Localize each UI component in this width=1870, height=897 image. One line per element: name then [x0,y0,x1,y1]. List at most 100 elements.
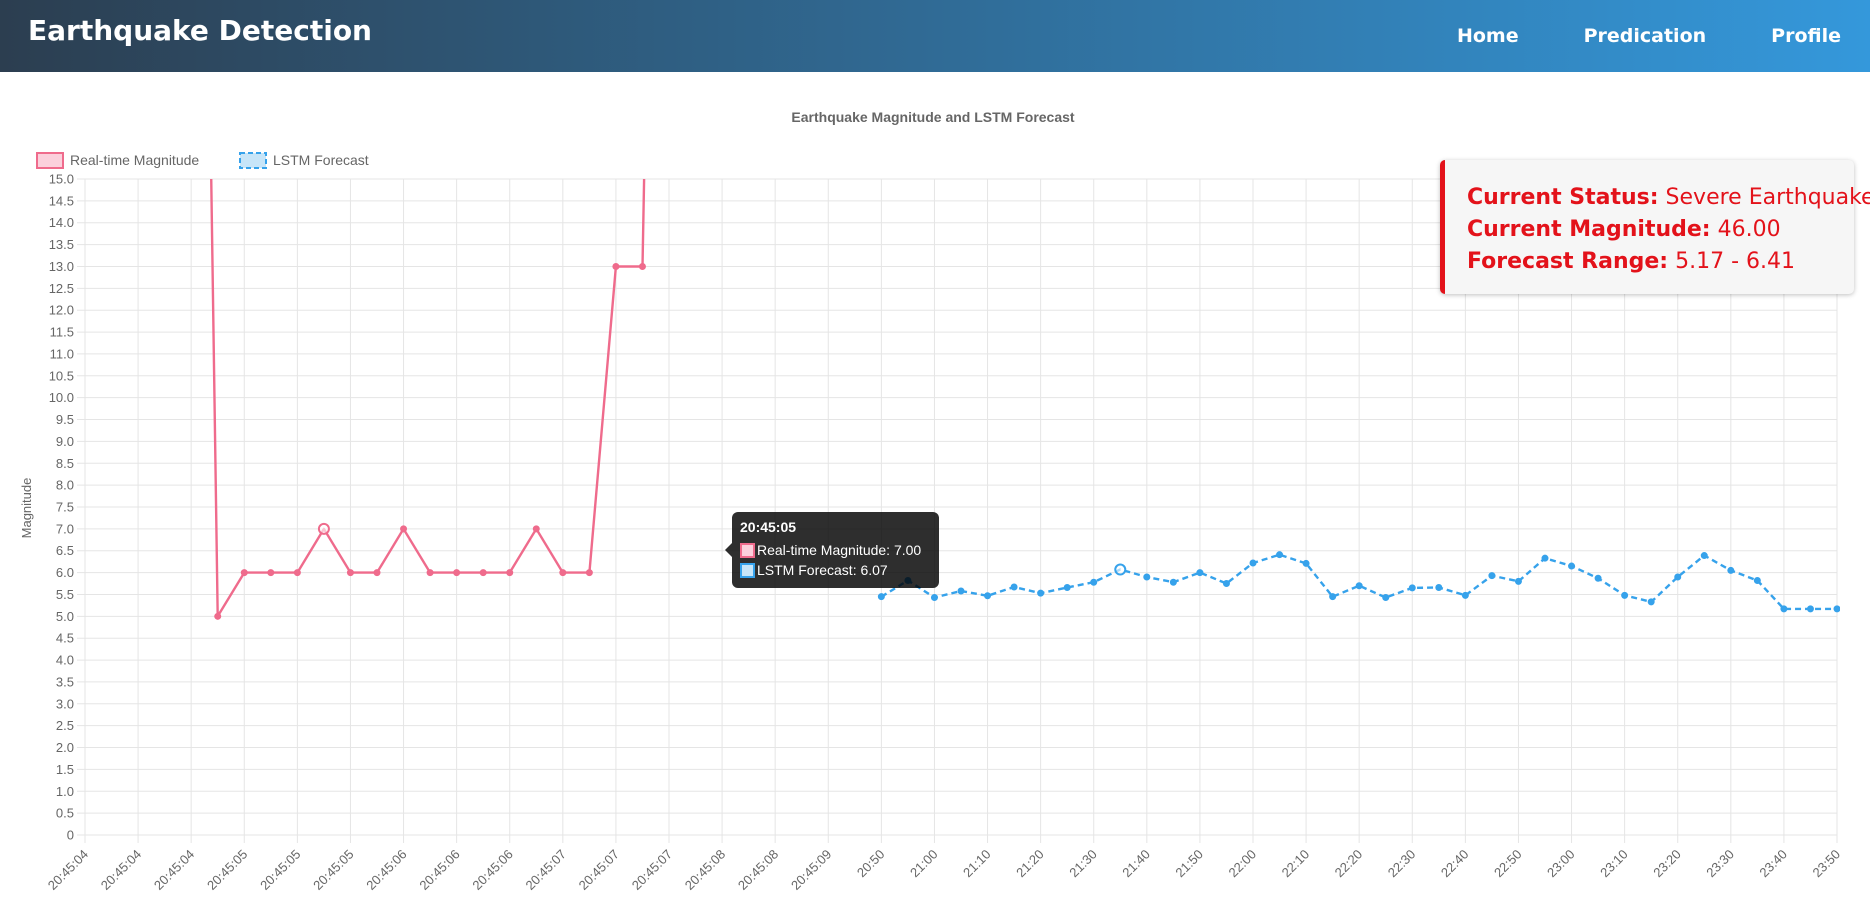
forecast-point[interactable] [1753,576,1761,584]
forecast-point[interactable] [1114,563,1127,576]
y-tick-label: 0.5 [56,806,74,821]
forecast-point[interactable] [1196,569,1204,577]
forecast-point[interactable] [1063,583,1071,591]
forecast-point[interactable] [1461,591,1469,599]
realtime-point[interactable] [479,569,487,577]
forecast-point[interactable] [1727,566,1735,574]
x-tick-label: 22:40 [1438,847,1472,881]
x-tick-label: 20:45:07 [523,847,569,893]
forecast-point[interactable] [1169,578,1177,586]
realtime-point[interactable] [267,569,275,577]
forecast-point[interactable] [930,594,938,602]
realtime-point[interactable] [293,569,301,577]
nav-link-predication[interactable]: Predication [1584,25,1707,47]
y-tick-label: 8.0 [56,478,74,493]
forecast-range-line: Forecast Range: 5.17 - 6.41 [1467,246,1854,278]
x-tick-label: 23:50 [1810,847,1844,881]
forecast-point[interactable] [1249,559,1257,567]
forecast-point[interactable] [957,587,965,595]
y-tick-label: 5.5 [56,587,74,602]
x-tick-label: 20:45:06 [416,847,462,893]
realtime-point[interactable] [638,262,646,270]
y-tick-label: 2.0 [56,740,74,755]
x-tick-label: 22:50 [1491,847,1525,881]
realtime-point[interactable] [506,569,514,577]
forecast-point[interactable] [1037,589,1045,597]
realtime-point[interactable] [612,262,620,270]
x-tick-label: 21:20 [1013,847,1047,881]
forecast-point[interactable] [1276,551,1284,559]
y-tick-label: 7.0 [56,521,74,536]
x-tick-label: 20:45:04 [151,847,197,893]
forecast-point[interactable] [877,593,885,601]
tooltip-swatch-realtime [740,542,755,558]
x-tick-label: 23:00 [1544,847,1578,881]
x-tick-label: 23:40 [1756,847,1790,881]
realtime-point[interactable] [400,525,408,533]
x-tick-label: 20:45:06 [363,847,409,893]
x-tick-label: 22:00 [1226,847,1260,881]
y-tick-label: 6.5 [56,543,74,558]
realtime-point[interactable] [240,569,248,577]
forecast-point[interactable] [1674,573,1682,581]
y-tick-label: 12.5 [49,281,74,296]
forecast-point[interactable] [1408,584,1416,592]
y-tick-label: 8.5 [56,456,74,471]
x-tick-label: 20:45:07 [576,847,622,893]
realtime-point[interactable] [317,522,330,535]
realtime-point[interactable] [426,569,434,577]
y-tick-label: 1.0 [56,784,74,799]
y-tick-label: 10.0 [49,390,74,405]
forecast-point[interactable] [1647,598,1655,606]
x-tick-label: 21:50 [1172,847,1206,881]
forecast-point[interactable] [1222,580,1230,588]
forecast-point[interactable] [1514,577,1522,585]
forecast-range-value: 5.17 - 6.41 [1675,249,1795,274]
y-tick-label: 1.5 [56,762,74,777]
forecast-point[interactable] [1541,554,1549,562]
nav-link-home[interactable]: Home [1457,25,1519,47]
x-tick-label: 21:40 [1119,847,1153,881]
realtime-point[interactable] [346,569,354,577]
y-tick-label: 11.5 [50,325,74,340]
tooltip-title: 20:45:05 [740,519,797,535]
forecast-point[interactable] [1302,559,1310,567]
realtime-point[interactable] [532,525,540,533]
x-tick-label: 20:45:04 [98,847,144,893]
x-tick-label: 20:45:05 [257,847,303,893]
status-value: Severe Earthquake [1665,185,1870,210]
forecast-point[interactable] [1382,594,1390,602]
brand-title[interactable]: Earthquake Detection [28,14,372,47]
x-axis-ticks: 20:45:04 20:45:04 20:45:04 20:45:05 20:45:05… [45,847,1843,893]
forecast-point[interactable] [1568,562,1576,570]
forecast-point[interactable] [1090,578,1098,586]
x-tick-label: 20:45:09 [788,847,834,893]
forecast-point[interactable] [1435,583,1443,591]
realtime-point[interactable] [453,569,461,577]
forecast-point[interactable] [1010,583,1018,591]
chart-title: Earthquake Magnitude and LSTM Forecast [791,109,1074,125]
forecast-point[interactable] [1806,605,1814,613]
forecast-point[interactable] [1488,572,1496,580]
forecast-point[interactable] [1594,574,1602,582]
forecast-point[interactable] [1700,552,1708,560]
realtime-point[interactable] [585,569,593,577]
magnitude-label: Current Magnitude: [1467,217,1711,242]
legend-label[interactable]: LSTM Forecast [273,152,369,168]
forecast-point[interactable] [1143,573,1151,581]
tooltip-swatch-forecast [740,562,755,578]
legend-label[interactable]: Real-time Magnitude [70,152,199,168]
nav-link-profile[interactable]: Profile [1771,25,1841,47]
forecast-point[interactable] [1355,582,1363,590]
forecast-point[interactable] [1329,593,1337,601]
realtime-point[interactable] [214,612,222,620]
realtime-point[interactable] [559,569,567,577]
realtime-point[interactable] [373,569,381,577]
x-tick-label: 22:10 [1279,847,1313,881]
forecast-point[interactable] [984,592,992,600]
forecast-point[interactable] [1780,605,1788,613]
forecast-point[interactable] [1833,605,1840,613]
y-tick-label: 14.5 [49,193,74,208]
forecast-point[interactable] [1621,591,1629,599]
legend-swatch [239,152,267,169]
